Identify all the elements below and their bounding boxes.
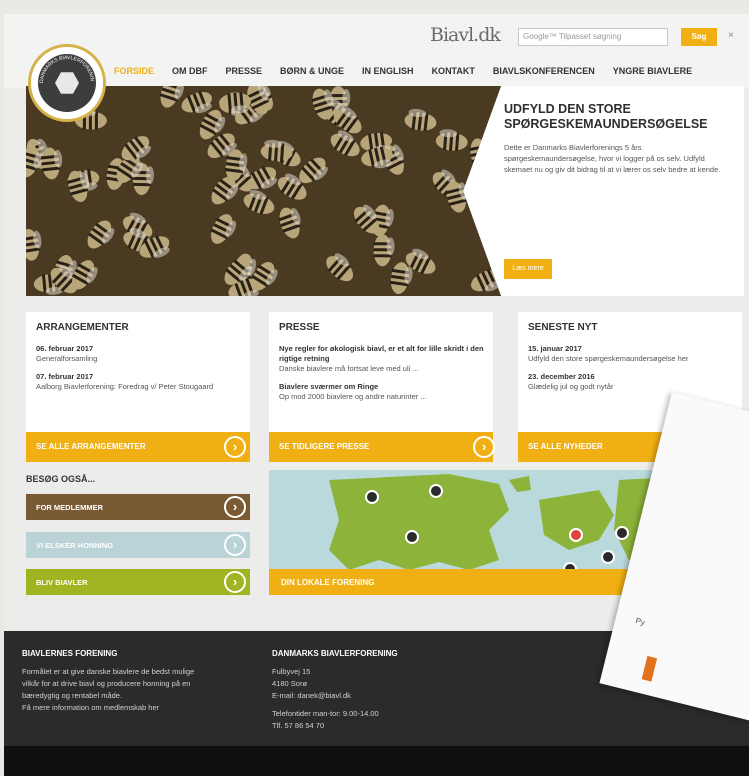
page: Biavl.dk Google™ Tilpasset søgning Søg ×… <box>4 14 749 776</box>
chevron-right-icon: › <box>224 571 246 593</box>
love-honey-button[interactable]: VI ELSKER HONNING › <box>26 532 250 558</box>
chevron-right-icon[interactable]: › <box>473 436 495 458</box>
hero-read-more-button[interactable]: Læs mere <box>504 259 552 279</box>
item-desc: Generalforsamling <box>36 354 98 363</box>
see-earlier-press-button[interactable]: SE TIDLIGERE PRESSE <box>269 432 493 462</box>
nav-item-forside[interactable]: FORSIDE <box>114 66 154 80</box>
footer-email[interactable]: E-mail: danek@biavl.dk <box>272 690 492 702</box>
hero-body: Dette er Danmarks Biavlerforenings 5 års… <box>504 143 721 174</box>
footer-col-contact: DANMARKS BIAVLERFORENING Fulbyvej 15 418… <box>272 649 492 732</box>
footer-line: bæredygtig og rentabel måde. <box>22 691 123 700</box>
footer-line: vilkår for at drive biavl og producere h… <box>22 679 191 688</box>
nav-item-om-dbf[interactable]: OM DBF <box>172 66 208 80</box>
card-title: SENESTE NYT <box>528 322 598 333</box>
list-item[interactable]: 06. februar 2017 Generalforsamling <box>36 344 241 364</box>
list-item[interactable]: Nye regler for økologisk biavl, er et al… <box>279 344 484 374</box>
logo-text-ring: DANMARKS BIAVLERFORENING <box>31 47 95 83</box>
members-button[interactable]: FOR MEDLEMMER › <box>26 494 250 520</box>
item-desc: Glædelig jul og godt nytår <box>528 382 614 391</box>
list-item[interactable]: 07. februar 2017 Aalborg Biavlerforening:… <box>36 372 241 392</box>
nav-item-biavlskonferencen[interactable]: BIAVLSKONFERENCEN <box>493 66 595 80</box>
item-desc: Udfyld den store spørgeskemaundersøgelse… <box>528 354 689 363</box>
card-presse: PRESSE Nye regler for økologisk biavl, e… <box>269 312 495 462</box>
item-title: 06. februar 2017 <box>36 344 94 353</box>
hero-banner: UDFYLD DEN STORE SPØRGESKEMAUNDERSØGELSE… <box>26 86 744 296</box>
main-nav: FORSIDE OM DBF PRESSE BØRN & UNGE IN ENG… <box>114 66 710 80</box>
paper-text: Py <box>634 616 646 628</box>
map-pin-icon[interactable] <box>429 484 443 498</box>
search-input[interactable]: Google™ Tilpasset søgning <box>518 28 668 46</box>
nav-item-english[interactable]: IN ENGLISH <box>362 66 414 80</box>
footer-title: DANMARKS BIAVLERFORENING <box>272 649 398 658</box>
footer-label: SE ALLE NYHEDER <box>528 442 603 451</box>
search-button[interactable]: Søg <box>681 28 717 46</box>
card-title: PRESSE <box>279 322 320 333</box>
footer-col-about: BIAVLERNES FORENING Formålet er at give … <box>22 649 252 714</box>
list-item[interactable]: 23. december 2016 Glædelig jul og godt ny… <box>528 372 733 392</box>
button-label: BLIV BIAVLER <box>36 578 88 587</box>
item-title: 15. januar 2017 <box>528 344 582 353</box>
footer-line: Fulbyvej 15 <box>272 667 311 676</box>
list-item[interactable]: Biavlere sværmer om Ringe Op mod 2000 bia… <box>279 382 484 402</box>
see-all-events-button[interactable]: SE ALLE ARRANGEMENTER <box>26 432 250 462</box>
chevron-right-icon[interactable]: › <box>224 436 246 458</box>
footer-phone[interactable]: Tlf. 57 86 54 70 <box>272 720 492 732</box>
paper-orange-mark <box>641 655 658 682</box>
nav-item-born-unge[interactable]: BØRN & UNGE <box>280 66 344 80</box>
visit-also-heading: BESØG OGSÅ... <box>26 474 96 484</box>
site-brand[interactable]: Biavl.dk <box>430 24 501 46</box>
map-pin-icon[interactable] <box>365 490 379 504</box>
footer-label: SE ALLE ARRANGEMENTER <box>36 442 146 451</box>
button-label: FOR MEDLEMMER <box>36 503 104 512</box>
item-desc: Danske biavlere må fortsat leve med uli … <box>279 364 419 373</box>
card-arrangementer: ARRANGEMENTER 06. februar 2017 Generalfor… <box>26 312 250 462</box>
item-desc: Op mod 2000 biavlere og andre naturinter… <box>279 392 427 401</box>
item-title: 23. december 2016 <box>528 372 595 381</box>
map-pin-icon[interactable] <box>601 550 615 564</box>
chevron-right-icon: › <box>224 496 246 518</box>
nav-item-yngre-biavlere[interactable]: YNGRE BIAVLERE <box>613 66 692 80</box>
nav-item-kontakt[interactable]: KONTAKT <box>432 66 475 80</box>
card-title: ARRANGEMENTER <box>36 322 129 333</box>
site-logo[interactable]: DANMARKS BIAVLERFORENING <box>28 44 106 122</box>
hero-text: UDFYLD DEN STORE SPØRGESKEMAUNDERSØGELSE… <box>504 102 734 175</box>
map-pin-icon[interactable] <box>569 528 583 542</box>
membership-link[interactable]: Få mere information om medlemskab her <box>22 702 252 714</box>
header: Biavl.dk Google™ Tilpasset søgning Søg ×… <box>4 14 749 88</box>
map-pin-icon[interactable] <box>405 530 419 544</box>
hero-title: UDFYLD DEN STORE SPØRGESKEMAUNDERSØGELSE <box>504 102 708 131</box>
item-title: 07. februar 2017 <box>36 372 94 381</box>
chevron-right-icon: › <box>224 534 246 556</box>
footer-line: Formålet er at give danske biavlere de b… <box>22 667 195 676</box>
map-pin-icon[interactable] <box>615 526 629 540</box>
list-item[interactable]: 15. januar 2017 Udfyld den store spørgesk… <box>528 344 733 364</box>
map-footer-label: DIN LOKALE FORENING <box>281 578 375 587</box>
footer-line: Telefontider man-tor: 9.00-14.00 <box>272 709 379 718</box>
item-title: Nye regler for økologisk biavl, er et al… <box>279 344 484 363</box>
footer-title: BIAVLERNES FORENING <box>22 649 118 658</box>
button-label: VI ELSKER HONNING <box>36 541 114 550</box>
become-beekeeper-button[interactable]: BLIV BIAVLER › <box>26 569 250 595</box>
footer-bottom-bar <box>4 746 749 776</box>
footer-label: SE TIDLIGERE PRESSE <box>279 442 370 451</box>
nav-item-presse[interactable]: PRESSE <box>226 66 263 80</box>
svg-text:DANMARKS BIAVLERFORENING: DANMARKS BIAVLERFORENING <box>31 47 95 83</box>
footer-line: 4180 Sorø <box>272 679 308 688</box>
item-desc: Aalborg Biavlerforening: Foredrag v/ Pet… <box>36 382 214 391</box>
close-icon[interactable]: × <box>728 30 734 41</box>
item-title: Biavlere sværmer om Ringe <box>279 382 379 391</box>
